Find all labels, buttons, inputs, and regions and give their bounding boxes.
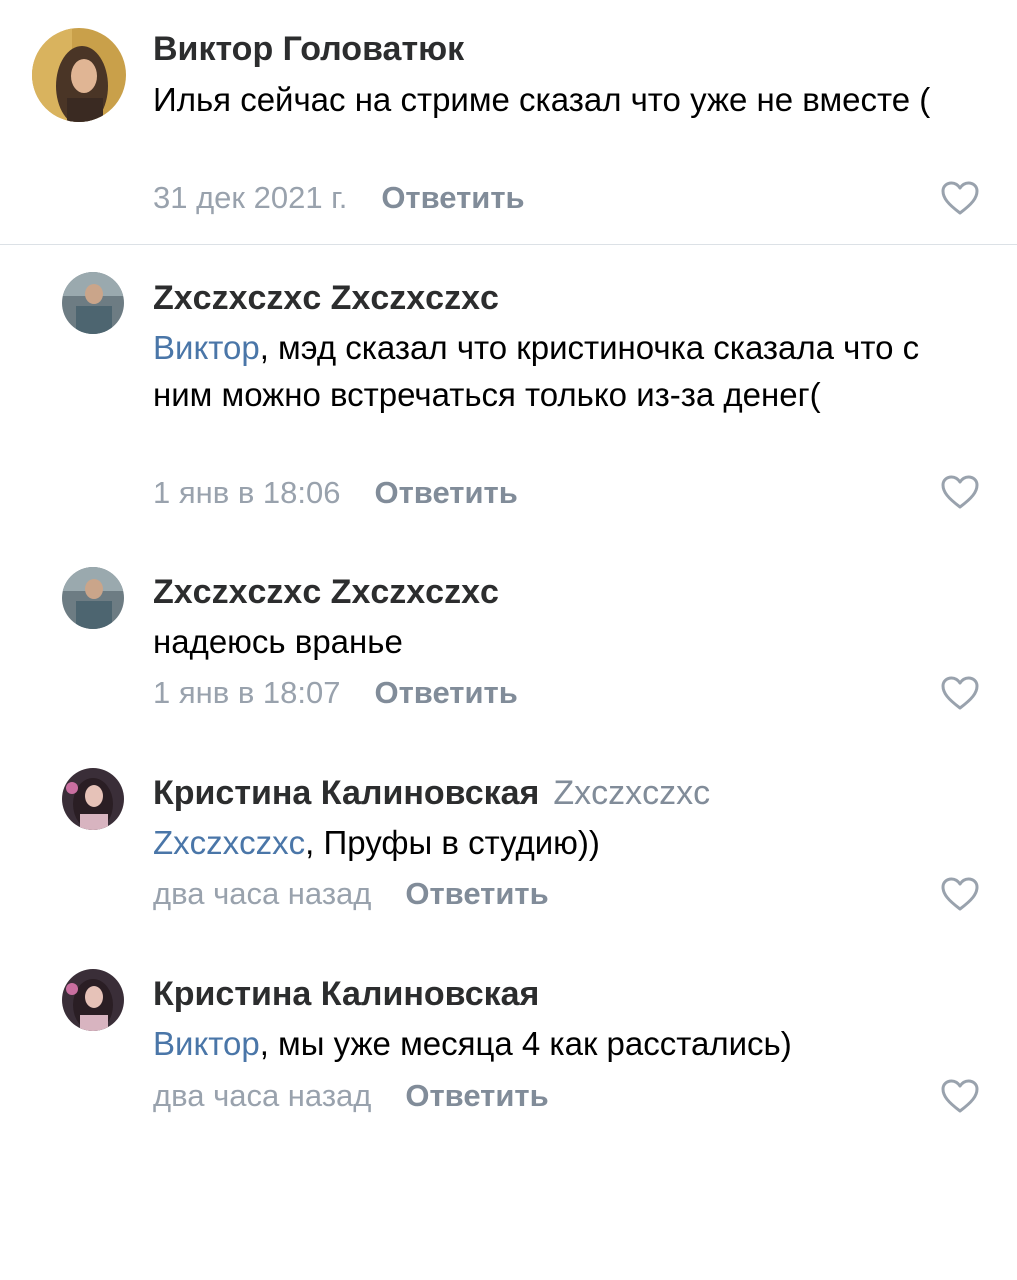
comment-date: 1 янв в 18:07 xyxy=(153,675,341,710)
comment-text: Илья сейчас на стриме сказал что уже не … xyxy=(153,76,973,123)
reply-button[interactable]: Ответить xyxy=(375,675,518,710)
reply-button[interactable]: Ответить xyxy=(375,475,518,510)
comment-text: Виктор, мэд сказал что кристиночка сказа… xyxy=(153,324,973,418)
comments-thread: Виктор Головатюк Илья сейчас на стриме с… xyxy=(0,0,1017,1280)
author-name[interactable]: Zxczxczxc Zxczxczxc xyxy=(153,279,499,317)
comment-author[interactable]: Кристина Калиновская Zxczxczxc xyxy=(153,773,710,813)
author-name[interactable]: Кристина Калиновская xyxy=(153,774,539,812)
reply-button[interactable]: Ответить xyxy=(405,876,548,911)
mention-link[interactable]: Виктор xyxy=(153,1025,260,1062)
avatar[interactable] xyxy=(32,28,126,122)
heart-outline-icon[interactable] xyxy=(940,675,980,711)
comment-author[interactable]: Виктор Головатюк xyxy=(153,29,464,69)
comment-date: два часа назад xyxy=(153,876,372,911)
author-name[interactable]: Zxczxczxc Zxczxczxc xyxy=(153,573,499,611)
avatar[interactable] xyxy=(62,567,124,629)
comment-meta: 1 янв в 18:07 Ответить xyxy=(153,673,518,713)
comment-body: Илья сейчас на стриме сказал что уже не … xyxy=(153,81,931,118)
heart-outline-icon[interactable] xyxy=(940,180,980,216)
comment-author[interactable]: Кристина Калиновская xyxy=(153,974,539,1014)
heart-outline-icon[interactable] xyxy=(940,876,980,912)
comment-meta: 31 дек 2021 г. Ответить xyxy=(153,178,525,218)
reply-button[interactable]: Ответить xyxy=(405,1078,548,1113)
author-name[interactable]: Кристина Калиновская xyxy=(153,975,539,1013)
comment-text: Виктор, мы уже месяца 4 как расстались) xyxy=(153,1020,973,1067)
comment-meta: два часа назад Ответить xyxy=(153,874,549,914)
avatar[interactable] xyxy=(62,272,124,334)
comment-text: Zxczxczxc, Пруфы в студию)) xyxy=(153,819,973,866)
comment-body: , мы уже месяца 4 как расстались) xyxy=(259,1025,792,1062)
avatar[interactable] xyxy=(62,768,124,830)
mention-link[interactable]: Виктор xyxy=(153,329,260,366)
comment-meta: 1 янв в 18:06 Ответить xyxy=(153,473,518,513)
comment-date: 1 янв в 18:06 xyxy=(153,475,341,510)
heart-outline-icon[interactable] xyxy=(940,1078,980,1114)
comment-body: , Пруфы в студию)) xyxy=(305,824,600,861)
comment-text: надеюсь вранье xyxy=(153,618,973,665)
comment-body: надеюсь вранье xyxy=(153,623,403,660)
divider xyxy=(0,244,1017,245)
comment-date: 31 дек 2021 г. xyxy=(153,180,348,215)
comment-author[interactable]: Zxczxczxc Zxczxczxc xyxy=(153,572,499,612)
comment-meta: два часа назад Ответить xyxy=(153,1076,549,1116)
heart-outline-icon[interactable] xyxy=(940,474,980,510)
comment-author[interactable]: Zxczxczxc Zxczxczxc xyxy=(153,278,499,318)
mention-link[interactable]: Zxczxczxc xyxy=(153,824,305,861)
author-name[interactable]: Виктор Головатюк xyxy=(153,30,464,68)
comment-body: , мэд сказал что кристиночка сказала что… xyxy=(153,329,920,413)
reply-to-name[interactable]: Zxczxczxc xyxy=(553,774,710,812)
comment-date: два часа назад xyxy=(153,1078,372,1113)
avatar[interactable] xyxy=(62,969,124,1031)
reply-button[interactable]: Ответить xyxy=(381,180,524,215)
